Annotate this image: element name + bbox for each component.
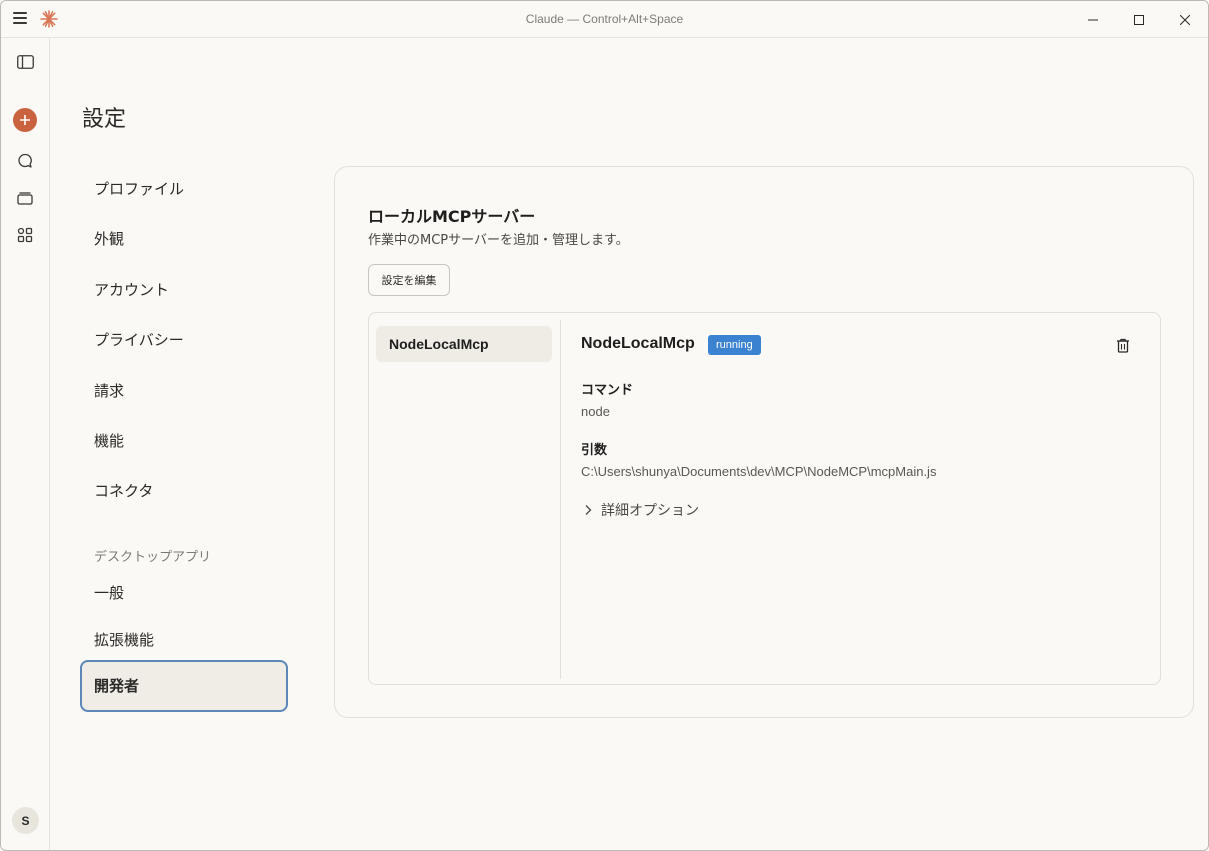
minimize-button[interactable] <box>1070 1 1116 38</box>
nav-item-billing[interactable]: 請求 <box>80 371 288 411</box>
mcp-settings-card: ローカルMCPサーバー 作業中のMCPサーバーを追加・管理します。 設定を編集 … <box>334 166 1194 718</box>
window-title: Claude — Control+Alt+Space <box>525 12 684 26</box>
status-badge: running <box>708 335 761 355</box>
nav-section-desktop-app: デスクトップアプリ <box>94 550 212 565</box>
server-list-item[interactable]: NodeLocalMcp <box>376 326 552 362</box>
plus-icon <box>20 115 30 125</box>
edit-config-button[interactable]: 設定を編集 <box>368 264 450 296</box>
artifacts-icon[interactable] <box>13 223 37 247</box>
server-panel: NodeLocalMcp NodeLocalMcp running コマンド n… <box>368 312 1161 685</box>
nav-item-extensions[interactable]: 拡張機能 <box>80 620 288 660</box>
projects-icon[interactable] <box>13 186 37 210</box>
app-window: Claude — Control+Alt+Space S 設定 プロファイル 外… <box>0 0 1209 851</box>
maximize-button[interactable] <box>1116 1 1162 38</box>
mcp-section-title: ローカルMCPサーバー <box>368 207 536 226</box>
advanced-options-toggle[interactable]: 詳細オプション <box>581 500 699 520</box>
server-detail: NodeLocalMcp running コマンド node 引数 C:\Use… <box>581 313 1160 684</box>
maximize-icon <box>1134 14 1144 25</box>
close-icon <box>1180 14 1190 25</box>
command-label: コマンド <box>581 383 634 398</box>
minimize-icon <box>1088 19 1098 20</box>
args-label: 引数 <box>581 443 608 458</box>
nav-item-features[interactable]: 機能 <box>80 421 288 461</box>
avatar[interactable]: S <box>12 807 39 834</box>
mcp-section-subtitle: 作業中のMCPサーバーを追加・管理します。 <box>368 233 629 248</box>
panel-divider <box>560 320 561 679</box>
nav-item-appearance[interactable]: 外観 <box>80 219 288 259</box>
sidebar-toggle-icon[interactable] <box>13 50 37 74</box>
close-button[interactable] <box>1162 1 1208 38</box>
nav-item-general[interactable]: 一般 <box>80 573 288 613</box>
advanced-options-label: 詳細オプション <box>601 503 699 519</box>
chat-bubble-icon[interactable] <box>13 149 37 173</box>
page-title: 設定 <box>82 107 127 132</box>
server-name: NodeLocalMcp <box>581 335 695 352</box>
chevron-right-icon <box>581 503 595 517</box>
title-bar: Claude — Control+Alt+Space <box>1 1 1208 38</box>
command-value: node <box>581 404 610 419</box>
args-value: C:\Users\shunya\Documents\dev\MCP\NodeMC… <box>581 464 937 479</box>
left-rail: S <box>1 38 50 850</box>
new-chat-button[interactable] <box>13 108 37 132</box>
nav-item-profile[interactable]: プロファイル <box>80 169 288 209</box>
nav-item-privacy[interactable]: プライバシー <box>80 320 288 360</box>
nav-item-developer[interactable]: 開発者 <box>80 660 288 712</box>
trash-icon[interactable] <box>1114 336 1132 354</box>
nav-item-connectors[interactable]: コネクタ <box>80 471 288 511</box>
nav-item-account[interactable]: アカウント <box>80 270 288 310</box>
